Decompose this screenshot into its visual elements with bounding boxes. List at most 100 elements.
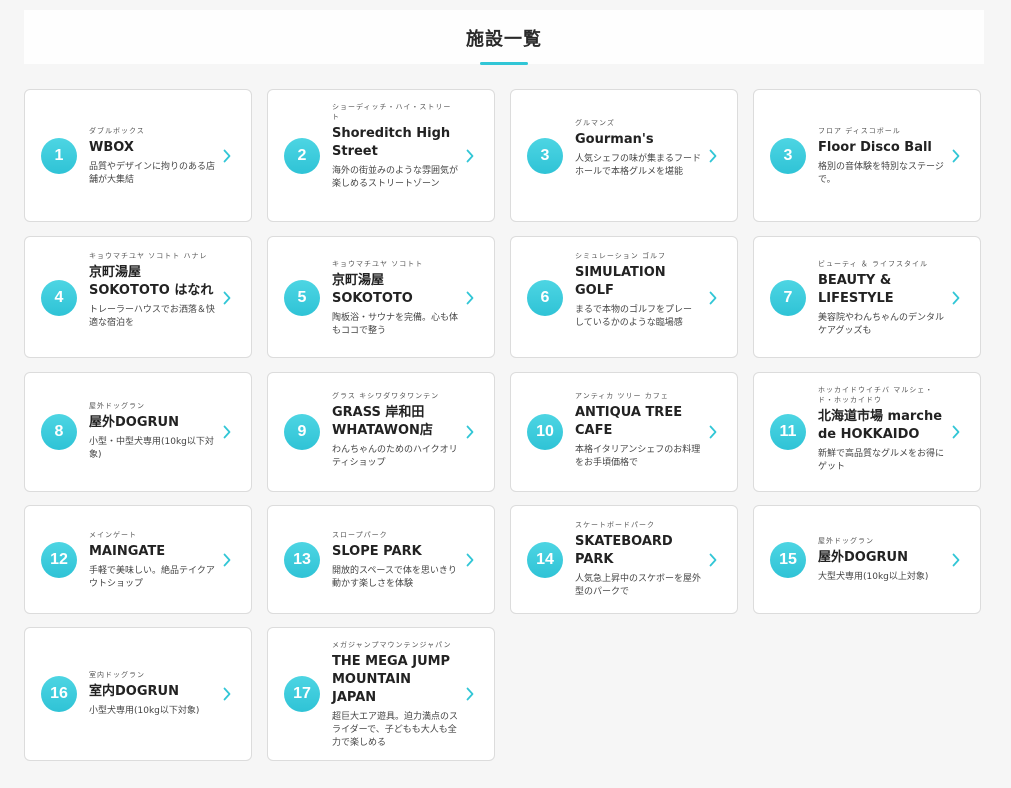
- facility-number-badge: 15: [770, 542, 806, 578]
- chevron-right-icon: [709, 149, 717, 163]
- facility-card[interactable]: 6 シミュレーション ゴルフ SIMULATION GOLF まるで本物のゴルフ…: [510, 236, 738, 358]
- facility-number-badge: 10: [527, 414, 563, 450]
- chevron-right-icon: [223, 425, 231, 439]
- facility-description: 陶板浴・サウナを完備。心も体もココで整う: [332, 313, 459, 336]
- title-underline: [480, 62, 528, 65]
- chevron-right-icon: [709, 425, 717, 439]
- facility-number-badge: 7: [770, 280, 806, 316]
- facility-description: 開放的スペースで体を思いきり動かす楽しさを体験: [332, 566, 457, 589]
- facility-number-badge: 17: [284, 676, 320, 712]
- facility-card[interactable]: 10 アンティカ ツリー カフェ ANTIQUA TREE CAFE 本格イタリ…: [510, 372, 738, 492]
- facility-card[interactable]: 17 メガジャンプマウンテンジャパン THE MEGA JUMP MOUNTAI…: [267, 627, 495, 761]
- facility-name: 屋外DOGRUN: [89, 415, 179, 430]
- facility-description: 海外の街並みのような雰囲気が楽しめるストリートゾーン: [332, 166, 459, 189]
- chevron-right-icon: [466, 291, 474, 305]
- facility-ruby: ホッカイドウイチバ マルシェ・ド・ホッカイドウ: [818, 386, 934, 404]
- facility-name: ANTIQUA TREE CAFE: [575, 405, 683, 438]
- facility-name: SLOPE PARK: [332, 544, 422, 559]
- facility-number-badge: 1: [41, 138, 77, 174]
- facility-name: SKATEBOARD PARK: [575, 534, 673, 567]
- chevron-right-icon: [466, 149, 474, 163]
- facility-description: 本格イタリアンシェフのお料理をお手頃価格で: [575, 445, 701, 468]
- facility-number-badge: 8: [41, 414, 77, 450]
- facility-card[interactable]: 7 ビューティ ＆ ライフスタイル BEAUTY & LIFESTYLE 美容院…: [753, 236, 981, 358]
- facility-card[interactable]: 14 スケートボードパーク SKATEBOARD PARK 人気急上昇中のスケボ…: [510, 505, 738, 614]
- facility-ruby: アンティカ ツリー カフェ: [575, 392, 669, 400]
- facility-card[interactable]: 4 キョウマチユヤ ソコトト ハナレ 京町湯屋 SOKOTOTO はなれ トレー…: [24, 236, 252, 358]
- facility-ruby: 屋外ドッグラン: [818, 537, 874, 545]
- facility-ruby: 屋外ドッグラン: [89, 402, 145, 410]
- facility-ruby: ビューティ ＆ ライフスタイル: [818, 260, 929, 268]
- facility-text: メインゲート MAINGATE 手軽で美味しい。絶品テイクアウトショップ: [89, 530, 215, 591]
- facility-name: 京町湯屋 SOKOTOTO: [332, 273, 413, 306]
- facility-number-badge: 11: [770, 414, 806, 450]
- facility-description: トレーラーハウスでお洒落＆快適な宿泊を: [89, 305, 215, 328]
- facility-text: スロープパーク SLOPE PARK 開放的スペースで体を思いきり動かす楽しさを…: [332, 530, 458, 591]
- facility-text: フロア ディスコボール Floor Disco Ball 格別の音体験を特別なス…: [818, 126, 944, 187]
- facility-number-badge: 2: [284, 138, 320, 174]
- facility-name: WBOX: [89, 140, 134, 155]
- facility-ruby: ダブルボックス: [89, 127, 145, 135]
- chevron-right-icon: [223, 687, 231, 701]
- facility-description: 品質やデザインに拘りのある店舗が大集結: [89, 162, 216, 185]
- facility-card[interactable]: 2 ショーディッチ・ハイ・ストリート Shoreditch High Stree…: [267, 89, 495, 222]
- facility-number-badge: 3: [527, 138, 563, 174]
- facility-number-badge: 3: [770, 138, 806, 174]
- chevron-right-icon: [223, 553, 231, 567]
- facility-text: グラス キシワダワタワンテン GRASS 岸和田 WHATAWON店 わんちゃん…: [332, 391, 458, 470]
- facility-card[interactable]: 5 キョウマチユヤ ソコトト 京町湯屋 SOKOTOTO 陶板浴・サウナを完備。…: [267, 236, 495, 358]
- facility-card[interactable]: 13 スロープパーク SLOPE PARK 開放的スペースで体を思いきり動かす楽…: [267, 505, 495, 614]
- facility-description: 格別の音体験を特別なステージで。: [818, 162, 944, 185]
- facility-card[interactable]: 16 室内ドッグラン 室内DOGRUN 小型犬専用(10kg以下対象): [24, 627, 252, 761]
- chevron-right-icon: [466, 425, 474, 439]
- facility-description: まるで本物のゴルフをプレーしているかのような臨場感: [575, 305, 693, 328]
- facility-description: 美容院やわんちゃんのデンタルケアグッズも: [818, 313, 945, 336]
- facility-text: アンティカ ツリー カフェ ANTIQUA TREE CAFE 本格イタリアンシ…: [575, 391, 701, 470]
- facility-text: 室内ドッグラン 室内DOGRUN 小型犬専用(10kg以下対象): [89, 670, 215, 718]
- facility-ruby: スロープパーク: [332, 531, 388, 539]
- facility-text: ダブルボックス WBOX 品質やデザインに拘りのある店舗が大集結: [89, 126, 215, 187]
- facility-name: Gourman's: [575, 132, 654, 147]
- facility-ruby: メインゲート: [89, 531, 137, 539]
- facility-card[interactable]: 12 メインゲート MAINGATE 手軽で美味しい。絶品テイクアウトショップ: [24, 505, 252, 614]
- facility-name: MAINGATE: [89, 544, 166, 559]
- facility-card[interactable]: 3 フロア ディスコボール Floor Disco Ball 格別の音体験を特別…: [753, 89, 981, 222]
- facility-text: グルマンズ Gourman's 人気シェフの味が集まるフードホールで本格グルメを…: [575, 118, 701, 179]
- chevron-right-icon: [466, 687, 474, 701]
- facility-card[interactable]: 15 屋外ドッグラン 屋外DOGRUN 大型犬専用(10kg以上対象): [753, 505, 981, 614]
- facility-number-badge: 6: [527, 280, 563, 316]
- facility-ruby: グルマンズ: [575, 119, 615, 127]
- facility-description: 人気急上昇中のスケボーを屋外型のパークで: [575, 574, 702, 597]
- chevron-right-icon: [952, 553, 960, 567]
- chevron-right-icon: [952, 425, 960, 439]
- facility-text: スケートボードパーク SKATEBOARD PARK 人気急上昇中のスケボーを屋…: [575, 520, 701, 599]
- facility-ruby: キョウマチユヤ ソコトト ハナレ: [89, 252, 208, 260]
- facility-ruby: ショーディッチ・ハイ・ストリート: [332, 103, 452, 121]
- page-title: 施設一覧: [466, 29, 542, 50]
- facility-text: 屋外ドッグラン 屋外DOGRUN 小型・中型犬専用(10kg以下対象): [89, 401, 215, 462]
- facility-name: 室内DOGRUN: [89, 684, 179, 699]
- facility-ruby: キョウマチユヤ ソコトト: [332, 260, 424, 268]
- facility-text: キョウマチユヤ ソコトト 京町湯屋 SOKOTOTO 陶板浴・サウナを完備。心も…: [332, 259, 458, 338]
- chevron-right-icon: [223, 291, 231, 305]
- facility-ruby: フロア ディスコボール: [818, 127, 901, 135]
- facility-number-badge: 5: [284, 280, 320, 316]
- facility-card[interactable]: 8 屋外ドッグラン 屋外DOGRUN 小型・中型犬専用(10kg以下対象): [24, 372, 252, 492]
- facility-name: 京町湯屋 SOKOTOTO はなれ: [89, 265, 214, 298]
- facility-card[interactable]: 3 グルマンズ Gourman's 人気シェフの味が集まるフードホールで本格グル…: [510, 89, 738, 222]
- facility-name: BEAUTY & LIFESTYLE: [818, 273, 894, 306]
- facility-name: 屋外DOGRUN: [818, 550, 908, 565]
- facility-name: Shoreditch High Street: [332, 126, 451, 159]
- facility-number-badge: 9: [284, 414, 320, 450]
- facility-description: 小型・中型犬専用(10kg以下対象): [89, 437, 214, 460]
- facility-number-badge: 13: [284, 542, 320, 578]
- chevron-right-icon: [952, 291, 960, 305]
- facility-card[interactable]: 11 ホッカイドウイチバ マルシェ・ド・ホッカイドウ 北海道市場 marche …: [753, 372, 981, 492]
- facility-card[interactable]: 1 ダブルボックス WBOX 品質やデザインに拘りのある店舗が大集結: [24, 89, 252, 222]
- facility-number-badge: 16: [41, 676, 77, 712]
- facility-description: 小型犬専用(10kg以下対象): [89, 706, 200, 716]
- facility-name: THE MEGA JUMP MOUNTAIN JAPAN: [332, 654, 451, 705]
- facility-card[interactable]: 9 グラス キシワダワタワンテン GRASS 岸和田 WHATAWON店 わんち…: [267, 372, 495, 492]
- section-header: 施設一覧: [24, 10, 984, 65]
- chevron-right-icon: [466, 553, 474, 567]
